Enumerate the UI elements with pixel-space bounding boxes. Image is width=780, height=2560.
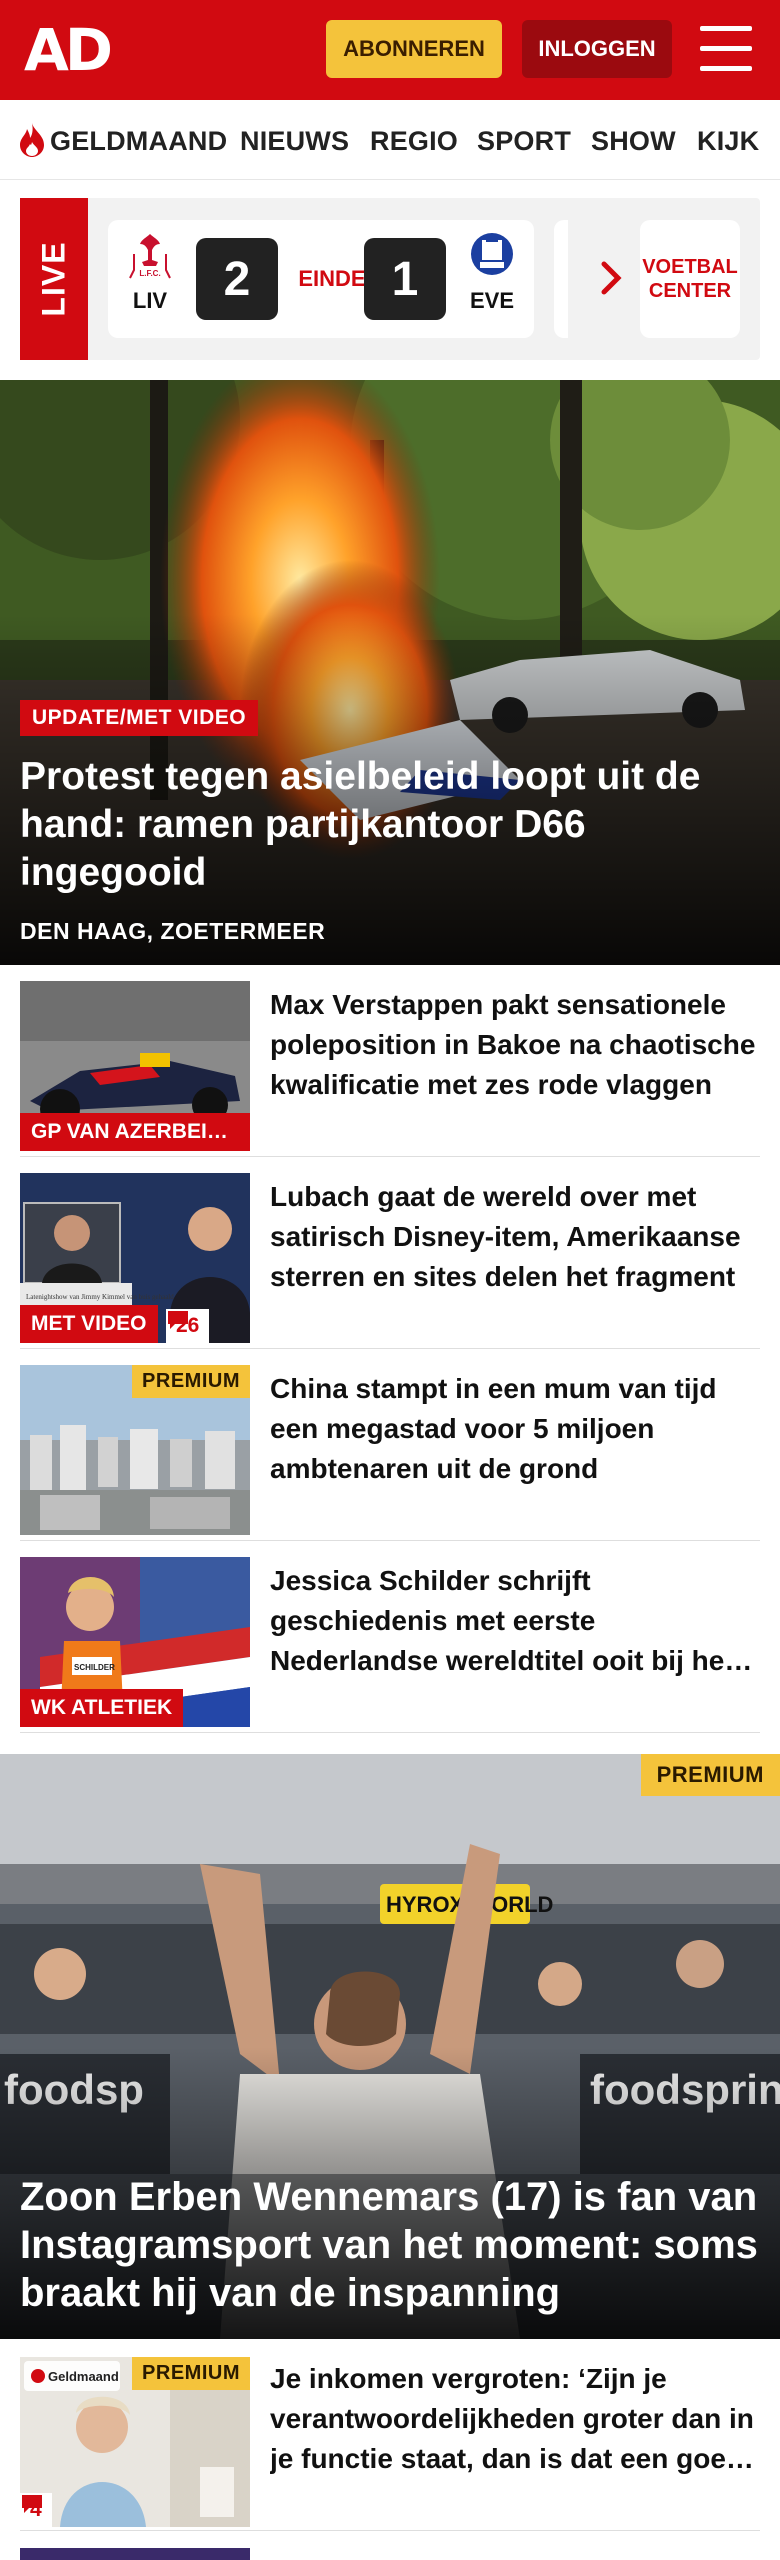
hamburger-menu-icon[interactable]: [700, 26, 752, 72]
comment-icon: [168, 1311, 188, 1329]
bib-text: SCHILDER: [74, 1663, 115, 1672]
match-status: EINDE: [298, 266, 366, 291]
premium-badge: PREMIUM: [640, 1754, 780, 1796]
nav-item-kijk[interactable]: KIJK: [697, 126, 759, 157]
hero-title[interactable]: Protest tegen asielbeleid loopt uit de h…: [20, 753, 760, 897]
article-title[interactable]: Jessica Schilder schrijft geschiedenis m…: [270, 1561, 760, 1681]
match-card[interactable]: L.F.C. LIV 2 EINDE 1 EVE: [108, 220, 534, 338]
home-team: L.F.C. LIV: [120, 230, 180, 314]
away-score: 1: [364, 238, 446, 320]
nav-item-show[interactable]: SHOW: [591, 126, 676, 157]
article-row[interactable]: SCHILDER WK ATLETIEK Jessica Schilder sc…: [20, 1541, 760, 1733]
caption-text: Latenightshow van Jimmy Kimmel van buis …: [26, 1293, 174, 1301]
home-team-abbr: LIV: [132, 288, 168, 313]
article-title[interactable]: Je inkomen vergroten: ‘Zijn je verantwoo…: [270, 2359, 760, 2479]
hero-article[interactable]: UPDATE/MET VIDEO Protest tegen asielbele…: [0, 380, 780, 965]
hero-article-2[interactable]: HYROX WORLD foodsp foodsprin PREMIUM Zoo…: [0, 1754, 780, 2339]
article-row[interactable]: GP VAN AZERBEIDZJAN Max Verstappen pakt …: [20, 965, 760, 1157]
login-button[interactable]: INLOGGEN: [522, 20, 672, 78]
article-row[interactable]: Latenightshow van Jimmy Kimmel van buis …: [20, 1157, 760, 1349]
article-badge: GP VAN AZERBEIDZJAN: [20, 1113, 250, 1151]
article-title[interactable]: Max Verstappen pakt sensationele polepos…: [270, 985, 760, 1105]
article-thumbnail: Geldmaand PREMIUM 4: [20, 2357, 250, 2527]
section-nav: GELDMAAND NIEUWS REGIO SPORT SHOW KIJK: [0, 100, 780, 180]
comment-icon: [22, 2495, 42, 2513]
live-tab[interactable]: LIVE: [20, 198, 88, 360]
article-thumbnail: Latenightshow van Jimmy Kimmel van buis …: [20, 1173, 250, 1343]
hero2-title[interactable]: Zoon Erben Wennemars (17) is fan van Ins…: [20, 2173, 760, 2317]
comments-count[interactable]: 26: [166, 1309, 210, 1343]
nav-item-regio[interactable]: REGIO: [370, 126, 458, 157]
site-header: AD ABONNEREN INLOGGEN: [0, 0, 780, 100]
geldmaand-tag-text: Geldmaand: [48, 2369, 119, 2384]
article-row[interactable]: Geldmaand PREMIUM 4 Je inkomen vergroten…: [20, 2339, 760, 2531]
chevron-right-icon[interactable]: [596, 258, 626, 298]
nav-item-geldmaand[interactable]: GELDMAAND: [50, 126, 227, 157]
svg-text:L.F.C.: L.F.C.: [139, 269, 160, 278]
article-row[interactable]: PREMIUM China stampt in een mum van tijd…: [20, 1349, 760, 1541]
article-title[interactable]: China stampt in een mum van tijd een meg…: [270, 1369, 760, 1489]
away-team: EVE: [462, 230, 522, 314]
article-badge: WK ATLETIEK: [20, 1689, 184, 1727]
hero-location: DEN HAAG, ZOETERMEER: [20, 918, 326, 944]
nav-item-sport[interactable]: SPORT: [477, 126, 571, 157]
away-team-abbr: EVE: [469, 288, 515, 313]
next-article-thumbnail: [20, 2548, 250, 2560]
next-match-card[interactable]: [554, 220, 568, 338]
voetbal-center-button[interactable]: VOETBAL CENTER: [640, 220, 740, 338]
article-title[interactable]: Lubach gaat de wereld over met satirisch…: [270, 1177, 760, 1297]
premium-badge: PREMIUM: [132, 1365, 250, 1398]
ad-logo[interactable]: AD: [24, 20, 113, 80]
article-thumbnail: GP VAN AZERBEIDZJAN: [20, 981, 250, 1151]
premium-badge: PREMIUM: [132, 2357, 250, 2390]
liverpool-crest-icon: L.F.C.: [129, 234, 171, 279]
article-thumbnail: SCHILDER WK ATLETIEK: [20, 1557, 250, 1727]
home-score: 2: [196, 238, 278, 320]
live-scores-panel: LIVE L.F.C. LIV 2 EINDE 1 EVE VOETBAL CE…: [20, 198, 760, 360]
article-thumbnail: PREMIUM: [20, 1365, 250, 1535]
flame-icon: [20, 123, 44, 157]
article-badge: MET VIDEO: [20, 1305, 158, 1343]
live-label: LIVE: [35, 241, 72, 317]
everton-crest-icon: [471, 233, 513, 275]
nav-item-nieuws[interactable]: NIEUWS: [240, 126, 349, 157]
comments-count[interactable]: 4: [20, 2493, 52, 2527]
hero-badge: UPDATE/MET VIDEO: [20, 700, 259, 736]
subscribe-button[interactable]: ABONNEREN: [326, 20, 502, 78]
